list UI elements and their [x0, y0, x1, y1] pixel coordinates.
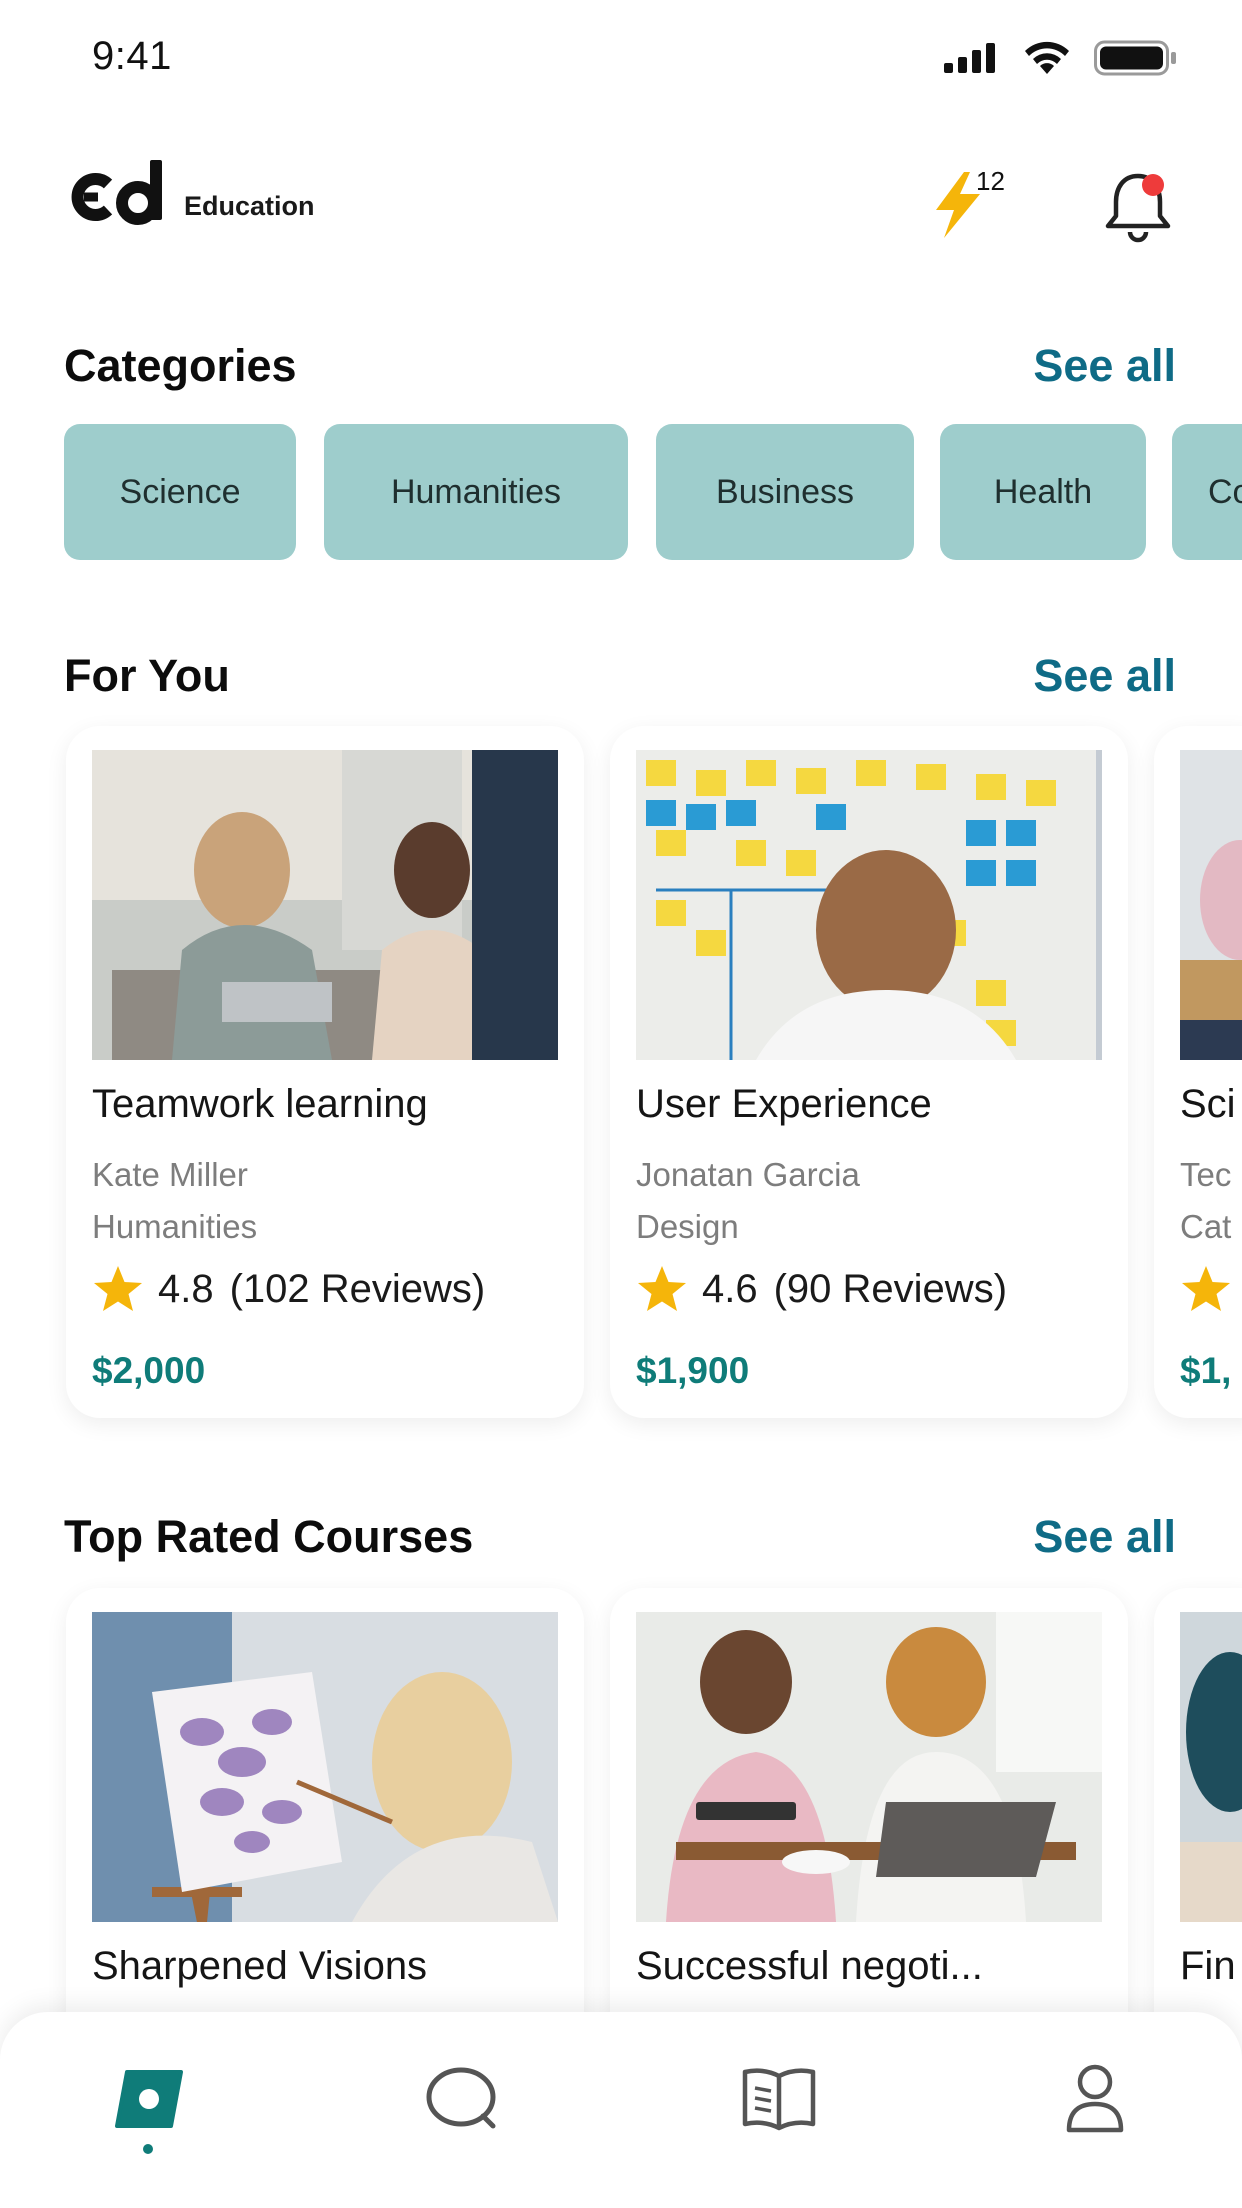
wifi-icon [1025, 41, 1069, 74]
rating-value: 4.6 [702, 1266, 758, 1311]
course-title: Successful negoti... [636, 1944, 983, 1988]
status-icons [944, 40, 1178, 76]
course-image [92, 1612, 558, 1922]
course-category: Cat [1180, 1208, 1232, 1245]
course-title: Fin [1180, 1944, 1236, 1988]
course-author: Tec [1180, 1156, 1232, 1193]
notifications-button[interactable] [1098, 158, 1178, 248]
course-image [1180, 1612, 1242, 1922]
logo-text: Education [184, 191, 315, 221]
course-image [636, 750, 1102, 1060]
course-rating: 4.6 (90 Reviews) [636, 1264, 1007, 1314]
course-category: Design [636, 1208, 739, 1245]
star-icon [1182, 1266, 1230, 1311]
tab-home[interactable] [104, 2054, 194, 2144]
search-icon [426, 2067, 496, 2129]
course-image [1180, 750, 1242, 1060]
course-rating [1180, 1264, 1242, 1314]
rating-value: 4.8 [158, 1266, 214, 1311]
category-chip-science[interactable]: Science [64, 424, 296, 560]
category-chip-health[interactable]: Health [940, 424, 1146, 560]
bottom-tab-bar [0, 2012, 1242, 2208]
course-category: Humanities [92, 1208, 258, 1245]
category-chips: Science Humanities Business Health Co [64, 424, 1242, 560]
category-chip-humanities[interactable]: Humanities [324, 424, 628, 560]
course-title: Sci [1180, 1082, 1236, 1126]
categories-header: Categories See all [64, 340, 1176, 400]
course-image [92, 750, 558, 1060]
for-you-see-all-link[interactable]: See all [1033, 650, 1176, 702]
cellular-signal-icon [944, 43, 995, 73]
course-title: Sharpened Visions [92, 1944, 428, 1988]
course-card[interactable]: User Experience Jonatan Garcia Design 4.… [610, 726, 1128, 1418]
course-rating: 4.8 (102 Reviews) [92, 1264, 485, 1314]
course-author: Jonatan Garcia [636, 1156, 860, 1193]
top-rated-header: Top Rated Courses See all [64, 1511, 1176, 1571]
profile-icon [1066, 2064, 1124, 2133]
tab-library[interactable] [734, 2054, 824, 2144]
categories-see-all-link[interactable]: See all [1033, 340, 1176, 392]
course-card-partial[interactable]: Sci Tec Cat $1, [1154, 726, 1242, 1418]
categories-title: Categories [64, 340, 297, 391]
review-count: (90 Reviews) [773, 1266, 1008, 1311]
home-icon [115, 2070, 183, 2128]
for-you-title: For You [64, 650, 230, 701]
app-header: Education 12 [0, 150, 1242, 260]
logo-mark-icon [71, 160, 162, 225]
book-icon [742, 2068, 816, 2131]
battery-icon [1094, 40, 1176, 76]
category-chip-business[interactable]: Business [656, 424, 914, 560]
status-bar: 9:41 [0, 0, 1242, 120]
star-icon [638, 1266, 686, 1311]
course-title: User Experience [636, 1082, 932, 1126]
course-card[interactable]: Teamwork learning Kate Miller Humanities… [66, 726, 584, 1418]
course-price: $1,900 [636, 1350, 750, 1391]
tab-profile[interactable] [1050, 2054, 1140, 2144]
course-image [636, 1612, 1102, 1922]
review-count: (102 Reviews) [229, 1266, 486, 1311]
tab-search[interactable] [418, 2054, 508, 2144]
course-title: Teamwork learning [92, 1082, 428, 1126]
bell-icon [1105, 173, 1171, 243]
for-you-header: For You See all [64, 650, 1176, 710]
course-price: $2,000 [92, 1350, 206, 1391]
app-logo[interactable]: Education [64, 158, 315, 228]
streak-button[interactable]: 12 [930, 158, 1020, 248]
streak-count: 12 [976, 166, 1005, 196]
top-rated-title: Top Rated Courses [64, 1511, 474, 1562]
category-chip-partial[interactable]: Co [1172, 424, 1242, 560]
status-time: 9:41 [92, 34, 172, 78]
top-rated-see-all-link[interactable]: See all [1033, 1511, 1176, 1563]
course-author: Kate Miller [92, 1156, 248, 1193]
active-tab-indicator [143, 2144, 153, 2154]
star-icon [94, 1266, 142, 1311]
course-price: $1, [1180, 1350, 1232, 1391]
